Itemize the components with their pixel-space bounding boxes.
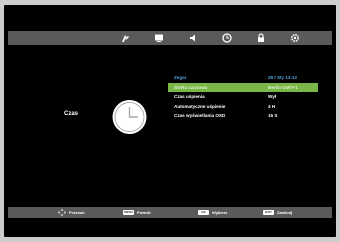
section-title: Czas [64, 111, 79, 117]
clock-value: 28 / Sty 13:12 [268, 75, 298, 81]
tab-sound[interactable] [176, 31, 210, 45]
hint-select: OK Wybierz [198, 207, 227, 218]
tab-time[interactable] [210, 31, 244, 45]
menu-row-clock[interactable]: Zegar 28 / Sty 13:12 [168, 73, 318, 83]
menu-key-icon: MENU [123, 210, 134, 215]
tab-picture[interactable] [108, 31, 142, 45]
sleep-timer-label: Czas uśpienia [174, 94, 205, 100]
display-icon [155, 34, 163, 42]
menu-tab-bar [8, 31, 332, 45]
auto-sleep-value: 4 H [268, 103, 276, 109]
menu-row-timezone[interactable]: Strefa czasowa Berlin GMT+1 [168, 82, 318, 92]
hint-back-label: Powrót [137, 210, 151, 215]
footer-hint-bar: Przesuń MENU Powrót OK Wybierz EXIT Zamk… [8, 207, 332, 218]
osd-timeout-value: 15 S [268, 113, 278, 119]
hint-close-label: Zamknij [277, 210, 293, 215]
menu-row-auto-sleep[interactable]: Automatyczne uśpienie 4 H [168, 102, 318, 112]
tab-settings[interactable] [278, 31, 312, 45]
osd-timeout-label: Czas wyświetlania OSD [174, 113, 226, 119]
exit-key-icon: EXIT [263, 210, 274, 215]
timezone-label: Strefa czasowa [174, 84, 208, 90]
menu-row-osd-timeout[interactable]: Czas wyświetlania OSD 15 S [168, 111, 318, 121]
clock-icon [112, 100, 147, 134]
clock-label: Zegar [174, 75, 187, 81]
timezone-value: Berlin GMT+1 [268, 84, 298, 90]
tab-display[interactable] [142, 31, 176, 45]
hint-move-label: Przesuń [69, 210, 85, 215]
tab-lock[interactable] [244, 31, 278, 45]
sleep-timer-value: Wył [268, 94, 277, 100]
time-settings-menu: Zegar 28 / Sty 13:12 Strefa czasowa Berl… [168, 73, 318, 121]
sound-icon [190, 34, 195, 42]
clock-icon [222, 33, 232, 43]
arrow-keys-icon [58, 209, 66, 216]
hint-move: Przesuń [58, 207, 85, 218]
menu-row-sleep-timer[interactable]: Czas uśpienia Wył [168, 92, 318, 102]
ok-key-icon: OK [198, 210, 209, 215]
auto-sleep-label: Automatyczne uśpienie [174, 103, 226, 109]
hint-select-label: Wybierz [212, 210, 228, 215]
picture-settings-icon [122, 35, 129, 42]
gear-icon [290, 33, 300, 43]
hint-close: EXIT Zamknij [263, 207, 292, 218]
lock-icon [258, 33, 264, 42]
hint-back: MENU Powrót [123, 207, 151, 218]
